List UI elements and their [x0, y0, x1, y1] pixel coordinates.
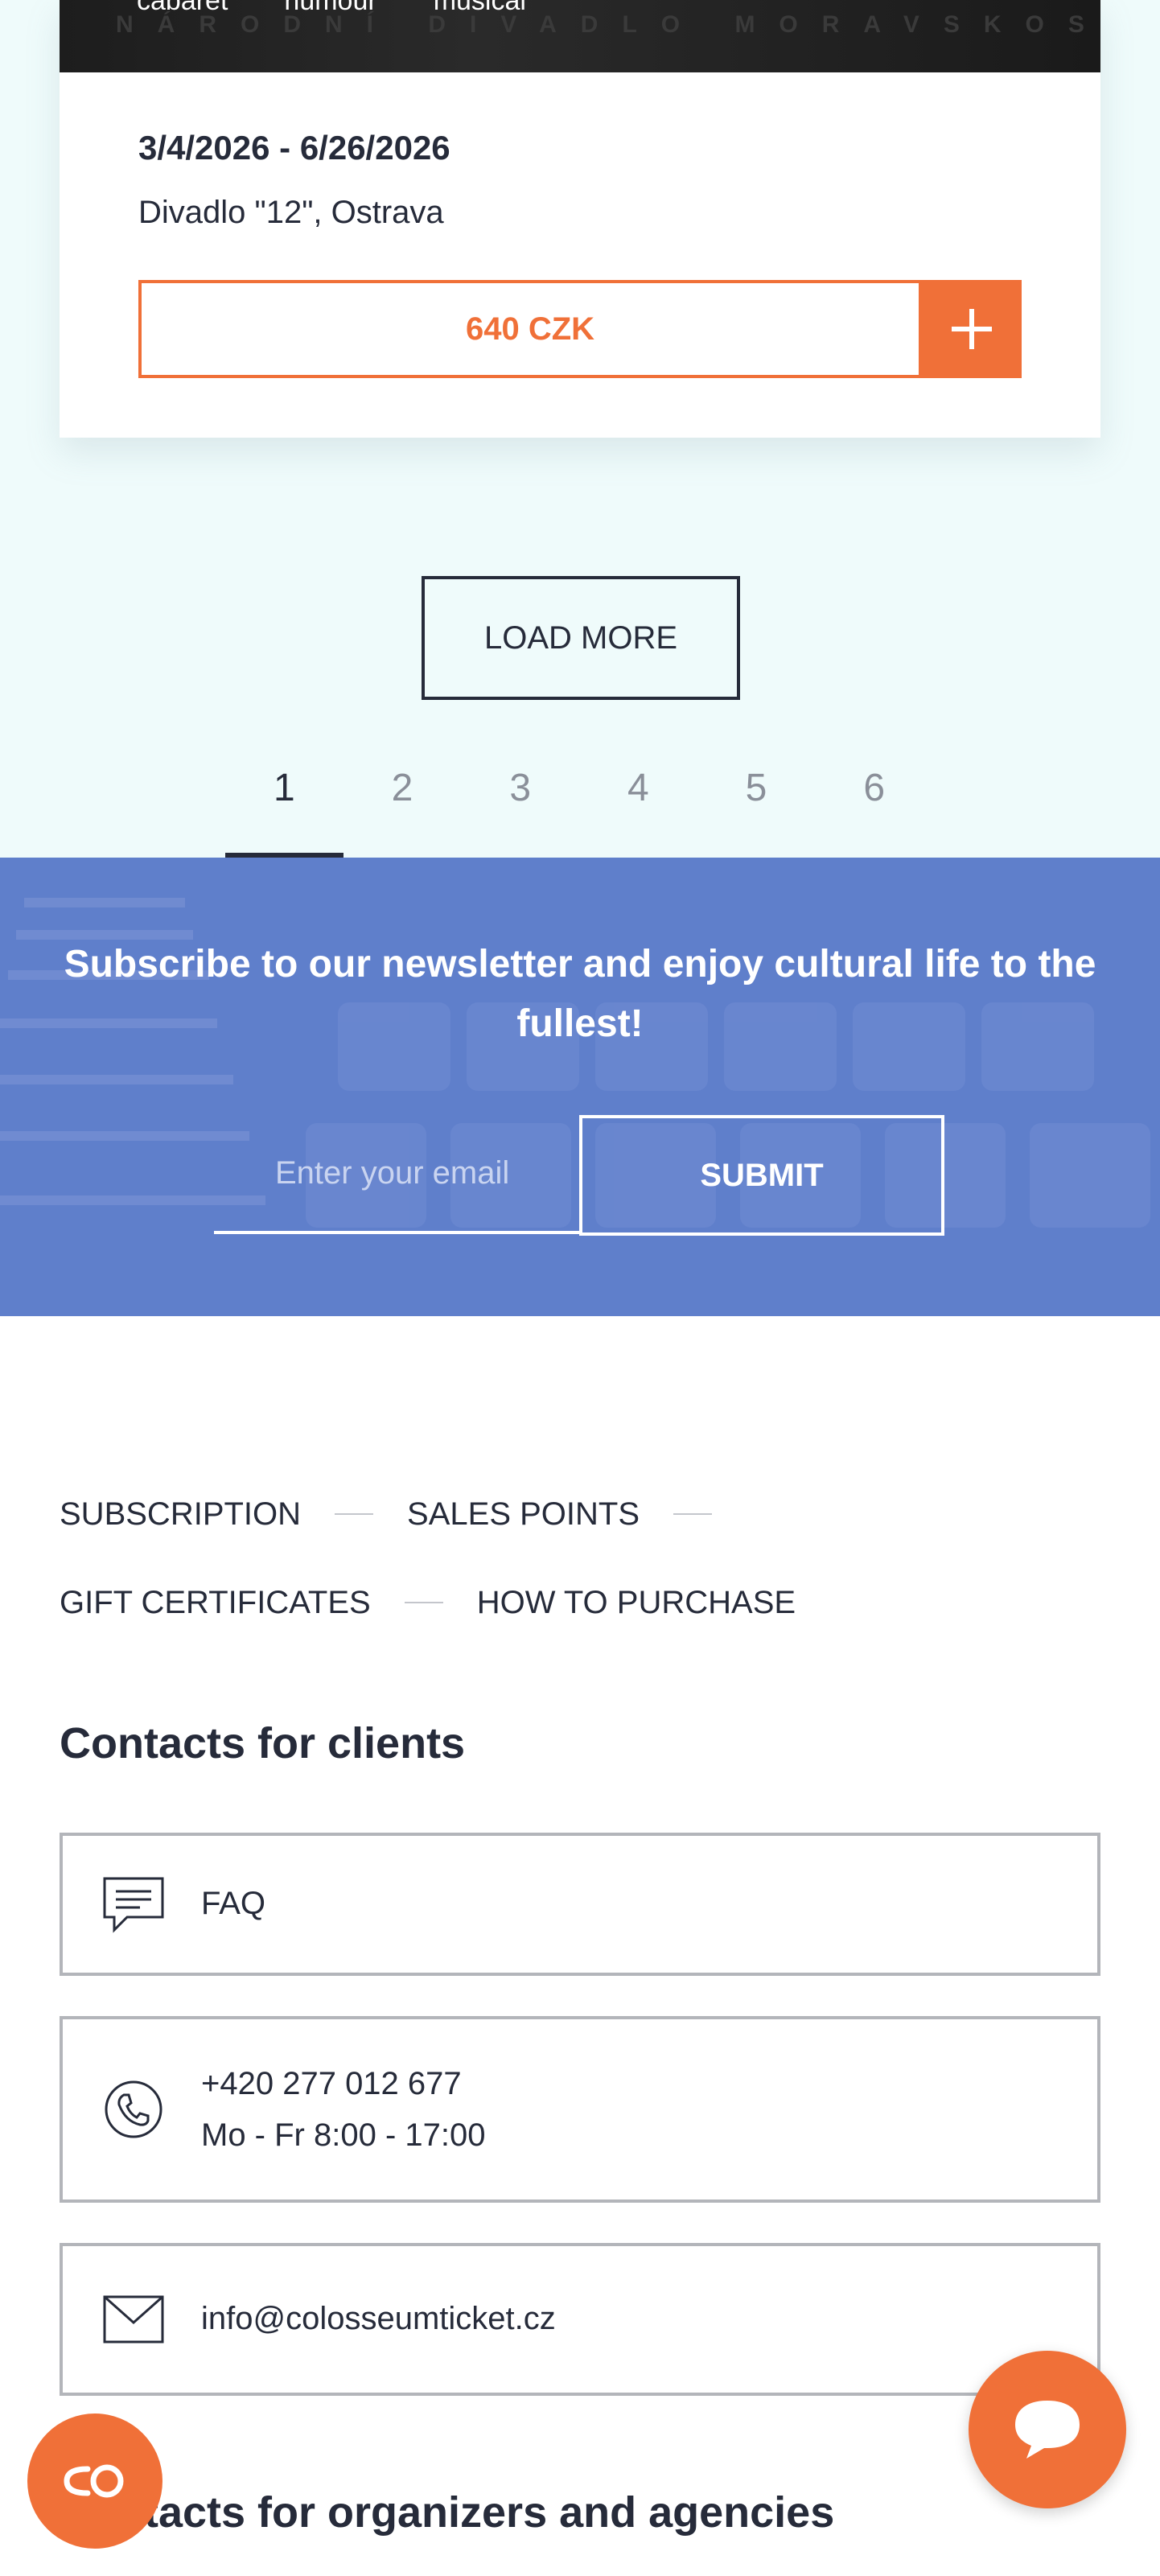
contacts-clients-heading: Contacts for clients [60, 1719, 466, 1767]
footer-link-how-to-purchase[interactable]: HOW TO PURCHASE [477, 1585, 796, 1621]
newsletter-submit-button[interactable]: SUBMIT [579, 1115, 944, 1236]
cookie-consent-icon [64, 2464, 124, 2498]
newsletter-section: Subscribe to our newsletter and enjoy cu… [0, 858, 1160, 1316]
event-card[interactable]: NÁRODNÍ DIVADLO MORAVSKOSLEZ cabaret hum… [60, 0, 1100, 438]
page-link-2[interactable]: 2 [343, 759, 462, 858]
contact-phone-text: +420 277 012 677 Mo - Fr 8:00 - 17:00 [201, 2058, 485, 2161]
footer-link-gift-certificates[interactable]: GIFT CERTIFICATES [60, 1585, 371, 1621]
footer-links-row: GIFT CERTIFICATES HOW TO PURCHASE [60, 1578, 1105, 1627]
footer-separator [673, 1513, 713, 1515]
phone-icon [101, 2077, 166, 2142]
contact-phone-box[interactable]: +420 277 012 677 Mo - Fr 8:00 - 17:00 [60, 2016, 1100, 2203]
contact-faq-label: FAQ [201, 1886, 266, 1921]
cookie-consent-button[interactable] [27, 2413, 162, 2549]
event-image[interactable]: NÁRODNÍ DIVADLO MORAVSKOSLEZ cabaret hum… [60, 0, 1100, 72]
event-tags: cabaret humour musical [137, 0, 582, 17]
page-link-5[interactable]: 5 [697, 759, 816, 858]
contacts-organizers-heading: Contacts for organizers and agencies [60, 2488, 835, 2537]
pagination: 1 2 3 4 5 6 [225, 759, 933, 858]
live-chat-button[interactable] [969, 2351, 1126, 2508]
footer-link-sales-points[interactable]: SALES POINTS [407, 1496, 640, 1533]
event-date-range: 3/4/2026 - 6/26/2026 [138, 129, 450, 167]
chat-bubble-icon [1015, 2401, 1080, 2459]
event-tag: musical [433, 0, 526, 16]
contact-phone-hours: Mo - Fr 8:00 - 17:00 [201, 2117, 486, 2153]
contact-email-address: info@colosseumticket.cz [201, 2301, 556, 2336]
footer-link-subscription[interactable]: SUBSCRIPTION [60, 1496, 301, 1533]
contact-phone-number[interactable]: +420 277 012 677 [201, 2058, 485, 2109]
footer-links: SUBSCRIPTION SALES POINTS GIFT CERTIFICA… [60, 1490, 1105, 1667]
contact-email-box[interactable]: info@colosseumticket.cz [60, 2243, 1100, 2396]
event-tag: humour [284, 0, 377, 16]
event-tag: cabaret [137, 0, 228, 16]
plus-icon [952, 309, 992, 349]
footer-separator [404, 1602, 443, 1603]
footer-separator [335, 1513, 374, 1515]
load-more-button[interactable]: LOAD MORE [422, 576, 740, 700]
contact-faq-box[interactable]: FAQ [60, 1833, 1100, 1976]
events-section: NÁRODNÍ DIVADLO MORAVSKOSLEZ cabaret hum… [0, 0, 1160, 858]
event-venue: Divadlo "12", Ostrava [138, 195, 444, 230]
mail-icon [101, 2287, 166, 2352]
page-link-1[interactable]: 1 [225, 759, 343, 858]
page-link-6[interactable]: 6 [815, 759, 933, 858]
page-link-4[interactable]: 4 [579, 759, 697, 858]
footer-links-row: SUBSCRIPTION SALES POINTS [60, 1490, 1105, 1538]
page-link-3[interactable]: 3 [461, 759, 579, 858]
newsletter-title: Subscribe to our newsletter and enjoy cu… [64, 943, 1096, 1045]
newsletter-email-input[interactable] [214, 1115, 579, 1234]
newsletter-background-image [0, 898, 1150, 1228]
price-button[interactable]: 640 CZK [138, 280, 922, 378]
add-to-cart-button[interactable] [922, 280, 1022, 378]
chat-icon [101, 1872, 166, 1936]
